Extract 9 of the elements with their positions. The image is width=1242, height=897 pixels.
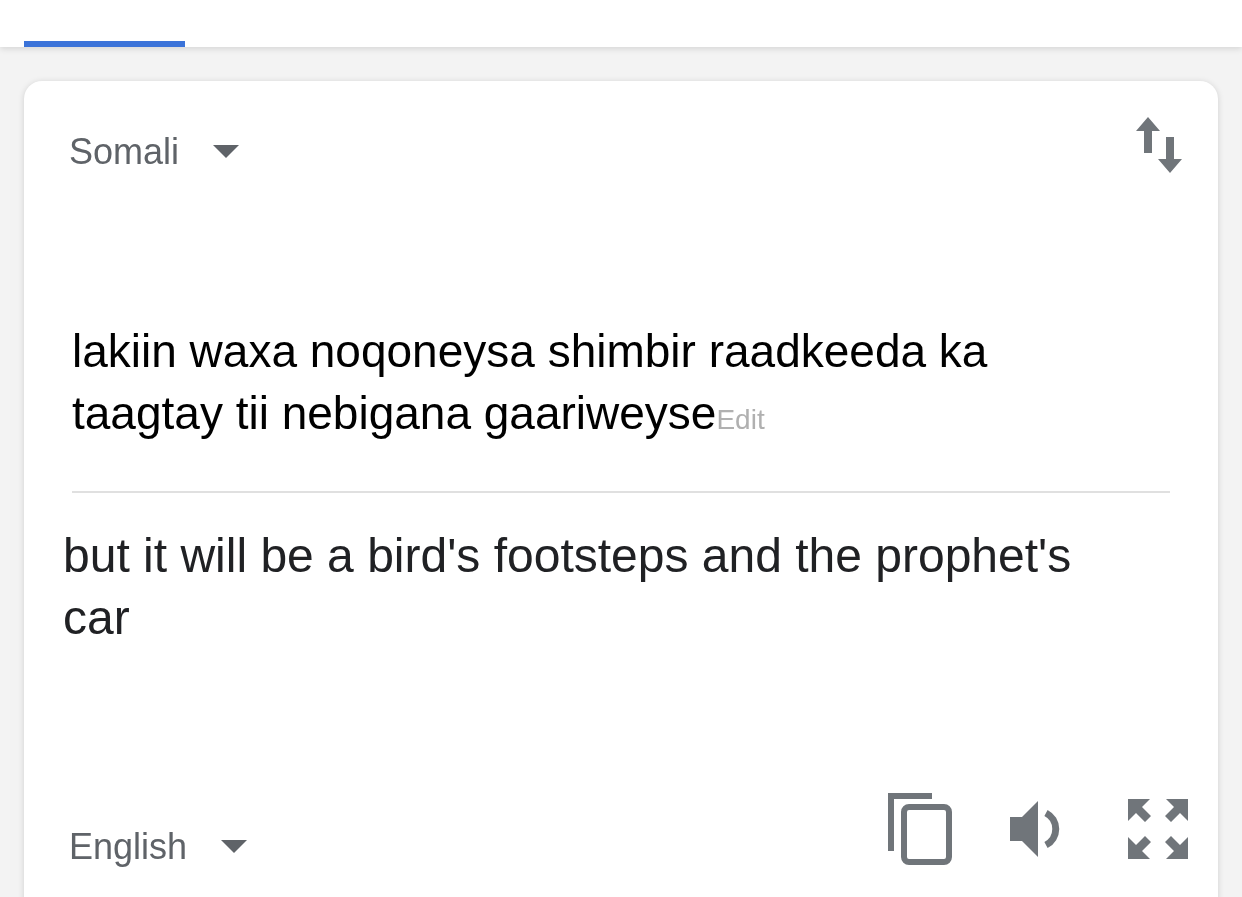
dropdown-caret-icon[interactable] xyxy=(221,840,248,854)
translated-text: but it will be a bird's footsteps and the prophet's car xyxy=(63,528,1073,646)
source-text[interactable]: lakiin waxa noqoneysa shimbir raadkeeda ka taagtay tii nebigana gaariweyseEdit xyxy=(72,320,1038,451)
source-language-selector[interactable]: Somali xyxy=(69,130,240,174)
target-language-selector[interactable]: English xyxy=(69,825,248,869)
swap-languages-icon[interactable] xyxy=(1136,115,1182,175)
dropdown-caret-icon[interactable] xyxy=(213,145,240,159)
fullscreen-icon[interactable] xyxy=(1128,799,1188,859)
copy-icon[interactable] xyxy=(888,793,952,865)
